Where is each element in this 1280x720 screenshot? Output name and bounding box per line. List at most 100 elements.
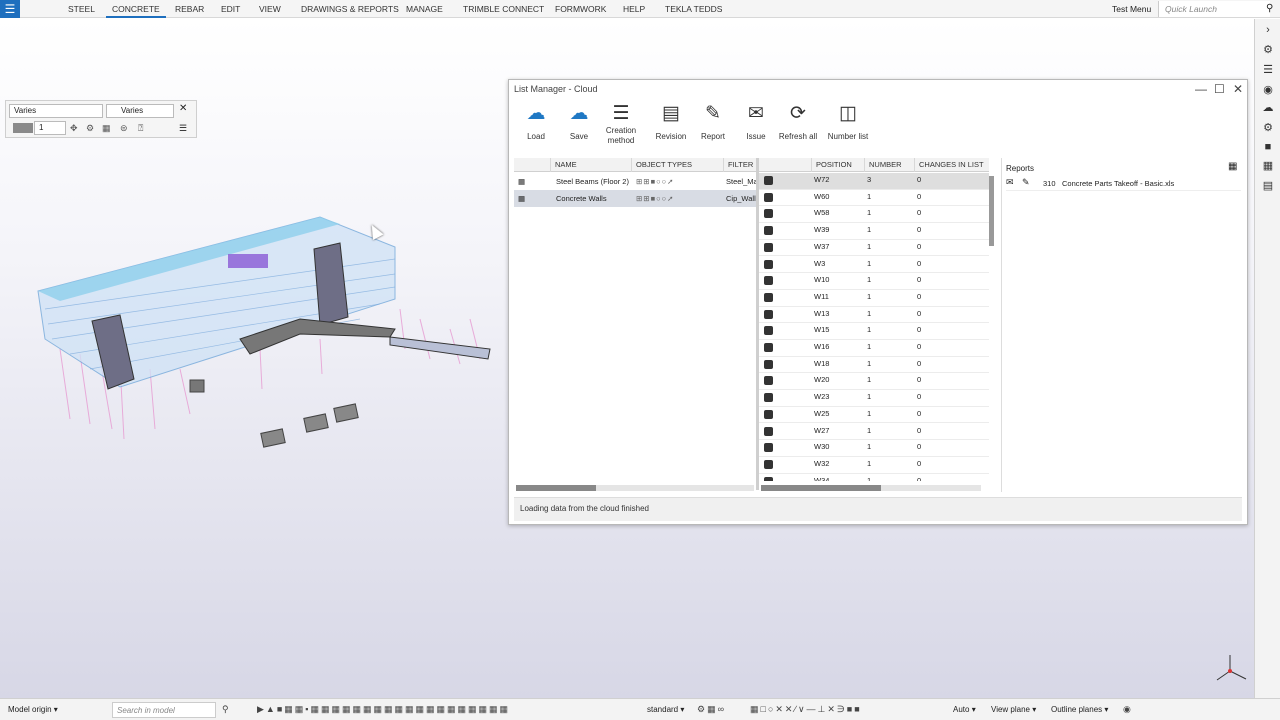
changes-column-header[interactable]: CHANGES IN LIST [914, 158, 984, 172]
position-changes: 0 [917, 442, 922, 452]
list-icon: ▦ [518, 194, 526, 203]
close-icon[interactable]: ✕ [1233, 80, 1243, 98]
tab-drawings-reports[interactable]: DRAWINGS & REPORTS [301, 0, 399, 18]
cube-icon[interactable]: ■ [1255, 138, 1280, 156]
move-icon[interactable]: ✥ [70, 123, 78, 134]
layers-icon[interactable]: ☰ [1255, 61, 1280, 79]
model-origin-dropdown[interactable]: Model origin ▾ [8, 702, 58, 718]
object-types-column-header[interactable]: OBJECT TYPES [631, 158, 692, 172]
object-types-icons: ⊞⊞■○○➚ [636, 194, 675, 203]
list-manager-window: List Manager - Cloud — ☐ ✕ ☁ Load ☁ Save… [508, 79, 1248, 525]
snap-icons[interactable]: ⚙▦∞ [697, 704, 726, 715]
position-row[interactable]: W58 1 0 [759, 206, 989, 224]
close-icon[interactable]: ✕ [179, 103, 187, 114]
view-plane-dropdown[interactable]: View plane ▾ [991, 702, 1036, 718]
filter-select-2[interactable]: Varies [106, 104, 174, 118]
number-list-button[interactable]: ◫ Number list [818, 102, 878, 142]
position-row[interactable]: W39 1 0 [759, 223, 989, 240]
position-row[interactable]: W32 1 0 [759, 457, 989, 474]
outline-planes-dropdown[interactable]: Outline planes ▾ [1051, 702, 1108, 718]
tab-help[interactable]: HELP [623, 0, 645, 18]
position-row[interactable]: W18 1 0 [759, 357, 989, 374]
selection-switches-icons[interactable]: ▶▲■▦▦▪▦▦▦▦▦▦▦▦▦▦▦▦▦▦▦▦▦▦▦ [257, 704, 510, 715]
tab-view[interactable]: VIEW [259, 0, 281, 18]
color-swatch[interactable] [13, 123, 33, 133]
position-row[interactable]: W72 3 0 [759, 173, 989, 190]
standard-dropdown[interactable]: standard ▾ [647, 702, 684, 718]
position-changes: 0 [917, 425, 922, 435]
test-menu[interactable]: Test Menu [1112, 0, 1151, 18]
list-row[interactable]: ▦ Concrete Walls ⊞⊞■○○➚ Cip_Wall [514, 190, 756, 207]
hamburger-icon[interactable]: ☰ [0, 0, 20, 18]
position-row[interactable]: W30 1 0 [759, 440, 989, 457]
position-position: W10 [814, 275, 830, 285]
position-row[interactable]: W23 1 0 [759, 390, 989, 407]
positions-scrollbar[interactable] [761, 485, 981, 491]
grid-icon[interactable]: ▦ [102, 123, 111, 134]
search-icon[interactable]: ⚲ [222, 704, 231, 715]
filter-select-1[interactable]: Varies [9, 104, 103, 118]
position-row[interactable]: W15 1 0 [759, 323, 989, 340]
position-row[interactable]: W37 1 0 [759, 240, 989, 257]
position-number: 1 [867, 358, 872, 368]
list-row[interactable]: ▦ Steel Beams (Floor 2) ⊞⊞■○○➚ Steel_Ma [514, 173, 758, 190]
tab-concrete[interactable]: CONCRETE [106, 0, 166, 18]
tab-edit[interactable]: EDIT [221, 0, 240, 18]
position-row[interactable]: W16 1 0 [759, 340, 989, 357]
position-changes: 0 [917, 325, 922, 335]
report-row[interactable]: ✉ ✎ 310 Concrete Parts Takeoff - Basic.x… [1006, 177, 1241, 191]
chevron-right-icon[interactable]: › [1255, 21, 1280, 39]
tab-trimble-connect[interactable]: TRIMBLE CONNECT [463, 0, 544, 18]
auto-dropdown[interactable]: Auto ▾ [953, 702, 976, 718]
snap-switches-icons[interactable]: ▦□○✕✕∕∨―⊥✕∋■■ [750, 704, 862, 715]
grid-icon[interactable]: ▦ [1255, 157, 1280, 175]
help-icon[interactable]: ⍰ [138, 123, 143, 134]
position-row[interactable]: W25 1 0 [759, 407, 989, 424]
position-row[interactable]: W10 1 0 [759, 273, 989, 290]
options-icon[interactable]: ☰ [179, 123, 187, 134]
tab-formwork[interactable]: FORMWORK [555, 0, 606, 18]
settings-icon[interactable]: ⚙ [86, 123, 94, 134]
tab-tekla-tedds[interactable]: TEKLA TEDDS [665, 0, 722, 18]
add-report-icon[interactable]: ▦ [1228, 161, 1237, 172]
position-column-header[interactable]: POSITION [811, 158, 852, 172]
tab-manage[interactable]: MANAGE [406, 0, 443, 18]
position-row[interactable]: W34 1 0 [759, 474, 989, 481]
position-row[interactable]: W20 1 0 [759, 373, 989, 391]
class-field[interactable]: 1 [34, 121, 66, 135]
gear-icon[interactable]: ⚙ [1255, 119, 1280, 137]
quick-launch-input[interactable]: Quick Launch [1158, 1, 1270, 17]
tab-steel[interactable]: STEEL [68, 0, 95, 18]
tab-rebar[interactable]: REBAR [175, 0, 204, 18]
cloud-icon[interactable]: ☁ [1255, 99, 1280, 117]
search-icon[interactable]: ⚲ [1266, 0, 1273, 18]
position-changes: 0 [917, 175, 922, 184]
lists-scrollbar[interactable] [516, 485, 754, 491]
positions-vscrollbar[interactable] [989, 176, 994, 246]
position-number: 1 [867, 408, 872, 418]
minimize-icon[interactable]: — [1195, 80, 1207, 98]
search-in-model-input[interactable]: Search in model [112, 702, 216, 718]
number-column-header[interactable]: NUMBER [864, 158, 902, 172]
eye-icon[interactable]: ◉ [1123, 704, 1133, 715]
cube-icon [764, 359, 773, 369]
position-number: 1 [867, 458, 872, 468]
position-row[interactable]: W3 1 0 [759, 257, 989, 274]
filter-column-header[interactable]: FILTER [723, 158, 753, 172]
filter-icon[interactable]: ⊜ [120, 123, 128, 134]
maximize-icon[interactable]: ☐ [1214, 80, 1225, 98]
cube-icon [764, 259, 773, 269]
list-icon: ▦ [518, 177, 526, 186]
edit-icon: ✎ [1022, 177, 1030, 187]
position-row[interactable]: W13 1 0 [759, 307, 989, 324]
cube-icon [764, 309, 773, 319]
position-row[interactable]: W11 1 0 [759, 290, 989, 307]
position-row[interactable]: W27 1 0 [759, 424, 989, 441]
property-icon[interactable]: ⚙ [1255, 41, 1280, 59]
footing-1 [260, 428, 286, 448]
globe-icon[interactable]: ◉ [1255, 81, 1280, 99]
position-changes: 0 [917, 208, 922, 218]
name-column-header[interactable]: NAME [550, 158, 577, 172]
position-row[interactable]: W60 1 0 [759, 190, 989, 207]
document-icon[interactable]: ▤ [1255, 177, 1280, 195]
